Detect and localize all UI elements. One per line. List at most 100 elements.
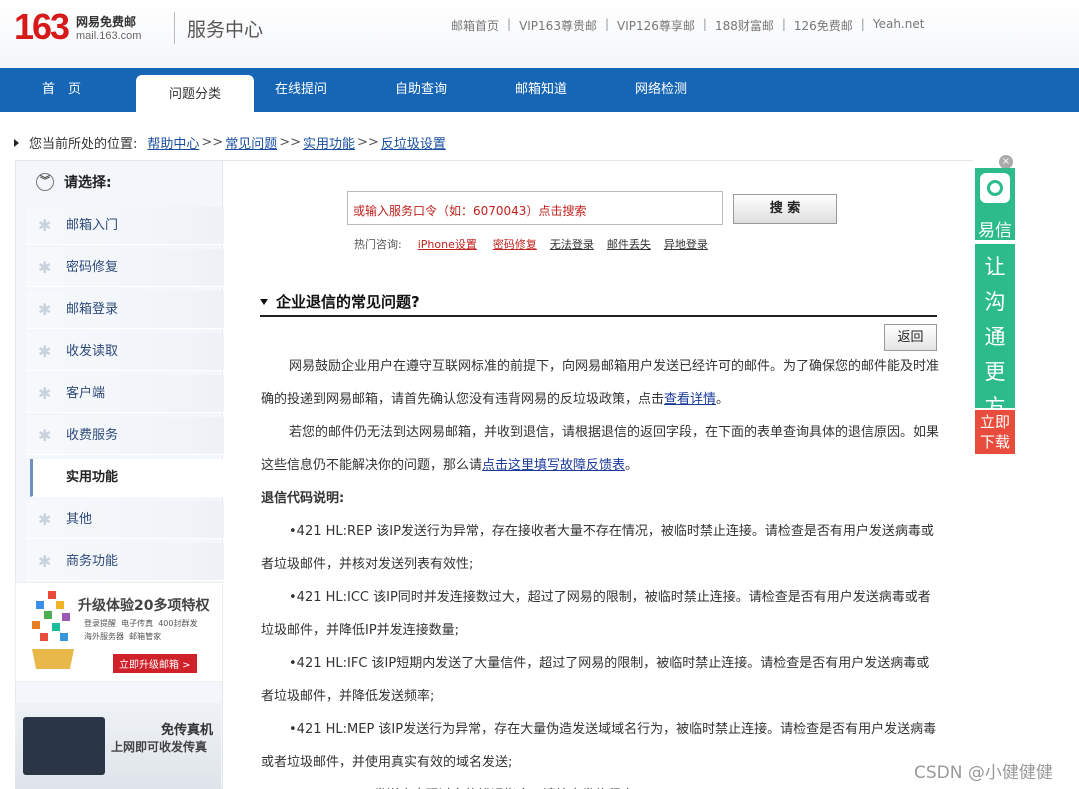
sidebar-item-login[interactable]: ✱ 邮箱登录 xyxy=(26,291,224,329)
breadcrumb-prefix: 您当前所处的位置: xyxy=(29,137,138,152)
sidebar-item-client[interactable]: ✱ 客户端 xyxy=(26,375,224,413)
nav-mail-knows[interactable]: 邮箱知道 xyxy=(515,68,567,112)
back-button[interactable]: 返回 xyxy=(884,324,937,351)
close-icon[interactable]: × xyxy=(999,155,1013,169)
yixin-brand: 易信 xyxy=(975,168,1015,241)
paragraph-intro: 网易鼓励企业用户在遵守互联网标准的前提下，向网易邮箱用户发送已经许可的邮件。为了… xyxy=(261,350,941,416)
nav-home[interactable]: 首 页 xyxy=(42,68,81,112)
efax-banner[interactable]: 免传真机 上网即可收发传真 xyxy=(15,703,221,789)
logo-en-text: mail.163.com xyxy=(76,30,142,42)
top-link-188[interactable]: 188财富邮 xyxy=(715,17,774,34)
breadcrumb-useful-features[interactable]: 实用功能 xyxy=(303,133,355,152)
sidebar-item-label: 实用功能 xyxy=(66,470,119,485)
chevron-down-icon[interactable]: ︾ xyxy=(36,173,54,191)
monitor-icon xyxy=(23,717,105,775)
p1-end: 。 xyxy=(716,392,730,407)
feedback-form-link[interactable]: 点击这里填写故障反馈表 xyxy=(482,458,625,473)
code-item: •421 HL:ICC 该IP同时并发连接数过大，超过了网易的限制，被临时禁止连… xyxy=(261,590,931,638)
efax-subtitle: 上网即可收发传真 xyxy=(111,740,208,754)
code-item: •450 MI:CEL 发送方出现过多的错误指令。请检查发信程序; xyxy=(261,779,941,789)
search-input[interactable]: 或输入服务口令（如：6070043）点击搜索 xyxy=(347,191,723,225)
p1-text: 网易鼓励企业用户在遵守互联网标准的前提下，向网易邮箱用户发送已经许可的邮件。为了… xyxy=(261,359,940,407)
paragraph-bounce: 若您的邮件仍无法到达网易邮箱，并收到退信，请根据退信的返回字段，在下面的表单查询… xyxy=(261,416,941,482)
promo-features: 登录提醒 电子传真 400封群发 海外服务器 邮箱管家 xyxy=(84,617,214,643)
sidebar-item-useful-features[interactable]: 实用功能 xyxy=(30,459,224,497)
sidebar-item-label: 收费服务 xyxy=(66,428,119,443)
hot-link-password[interactable]: 密码修复 xyxy=(493,236,537,252)
sidebar-item-label: 邮箱入门 xyxy=(66,218,119,233)
hot-topics: 热门咨询: iPhone设置 密码修复 无法登录 邮件丢失 异地登录 xyxy=(354,236,708,252)
app-icons-cluster-icon xyxy=(32,591,74,669)
nav-self-query[interactable]: 自助查询 xyxy=(395,68,447,112)
article-body: 网易鼓励企业用户在遵守互联网标准的前提下，向网易邮箱用户发送已经许可的邮件。为了… xyxy=(261,350,941,789)
site-header: 163 网易免费邮 mail.163.com 服务中心 邮箱首页 | VIP16… xyxy=(0,0,1079,68)
sidebar-item-label: 其他 xyxy=(66,512,93,527)
logo-163[interactable]: 163 xyxy=(14,6,70,48)
sidebar-item-label: 密码修复 xyxy=(66,260,119,275)
nav-categories[interactable]: 问题分类 xyxy=(136,75,254,112)
sidebar-item-password[interactable]: ✱ 密码修复 xyxy=(26,249,224,287)
top-link-sep: | xyxy=(702,17,707,31)
breadcrumb-anti-spam[interactable]: 反垃圾设置 xyxy=(381,133,446,152)
yixin-float-ad[interactable]: × 易信 让沟通更方便 立即下载 xyxy=(975,155,1015,454)
p2-end: 。 xyxy=(625,458,639,473)
top-link-sep: | xyxy=(507,17,512,31)
star-icon: ✱ xyxy=(38,426,52,445)
hot-label: 热门咨询: xyxy=(354,238,402,251)
article-title-text: 企业退信的常见问题? xyxy=(276,293,420,311)
main-content: 或输入服务口令（如：6070043）点击搜索 搜 索 热门咨询: iPhone设… xyxy=(223,160,973,789)
service-center-title: 服务中心 xyxy=(187,19,264,41)
hot-link-remote-login[interactable]: 异地登录 xyxy=(664,236,708,252)
hot-link-cannot-login[interactable]: 无法登录 xyxy=(550,236,594,252)
top-links: 邮箱首页 | VIP163尊贵邮 | VIP126尊享邮 | 188财富邮 | … xyxy=(451,17,924,34)
article-title: 企业退信的常见问题? xyxy=(260,291,420,312)
triangle-down-icon xyxy=(260,298,268,305)
logo-cn-text: 网易免费邮 xyxy=(76,15,137,29)
feature-housekeeper: 邮箱管家 xyxy=(129,632,162,641)
sidebar-item-business[interactable]: ✱ 商务功能 xyxy=(26,543,224,581)
yixin-slogan: 让沟通更方便 xyxy=(975,244,1015,454)
top-link-yeah[interactable]: Yeah.net xyxy=(873,17,925,34)
top-link-vip126[interactable]: VIP126尊享邮 xyxy=(617,17,695,34)
search-button[interactable]: 搜 索 xyxy=(733,194,837,224)
sidebar-item-other[interactable]: ✱ 其他 xyxy=(26,501,224,539)
breadcrumb-sep: >> xyxy=(357,135,379,150)
code-item: •421 HL:IFC 该IP短期内发送了大量信件，超过了网易的限制，被临时禁止… xyxy=(261,656,930,704)
sidebar-item-label: 客户端 xyxy=(66,386,106,401)
download-now-button[interactable]: 立即下载 xyxy=(975,410,1015,454)
sidebar-item-paid-services[interactable]: ✱ 收费服务 xyxy=(26,417,224,455)
sidebar-item-label: 邮箱登录 xyxy=(66,302,119,317)
sidebar-item-send-receive[interactable]: ✱ 收发读取 xyxy=(26,333,224,371)
header-divider xyxy=(174,12,175,44)
sidebar-header-label: 请选择: xyxy=(64,175,112,191)
breadcrumb-sep: >> xyxy=(279,135,302,150)
sidebar-item-mail-intro[interactable]: ✱ 邮箱入门 xyxy=(26,207,224,245)
star-icon: ✱ xyxy=(38,510,52,529)
breadcrumb-sep: >> xyxy=(201,135,224,150)
upgrade-now-button[interactable]: 立即升级邮箱 > xyxy=(113,654,197,673)
efax-title: 免传真机 xyxy=(161,723,214,738)
star-icon: ✱ xyxy=(38,216,52,235)
codes-heading: 退信代码说明: xyxy=(261,491,345,506)
star-icon: ✱ xyxy=(38,552,52,571)
promo-title: 升级体验20多项特权 xyxy=(78,598,210,614)
top-link-sep: | xyxy=(860,17,865,31)
breadcrumb-help-center[interactable]: 帮助中心 xyxy=(147,133,199,152)
star-icon: ✱ xyxy=(38,258,52,277)
sidebar-header: ︾ 请选择: xyxy=(16,161,224,203)
top-link-vip163[interactable]: VIP163尊贵邮 xyxy=(519,17,597,34)
top-link-sep: | xyxy=(781,17,786,31)
hot-link-iphone[interactable]: iPhone设置 xyxy=(418,236,477,252)
breadcrumb-faq[interactable]: 常见问题 xyxy=(225,133,277,152)
watermark: CSDN @小健健健 xyxy=(914,763,1053,783)
view-details-link[interactable]: 查看详情 xyxy=(664,392,716,407)
hot-link-lost-mail[interactable]: 邮件丢失 xyxy=(607,236,651,252)
star-icon: ✱ xyxy=(38,300,52,319)
feature-login-alert: 登录提醒 xyxy=(84,619,116,628)
nav-network-check[interactable]: 网络检测 xyxy=(635,68,687,112)
vip-upgrade-banner[interactable]: 升级体验20多项特权 登录提醒 电子传真 400封群发 海外服务器 邮箱管家 立… xyxy=(15,582,223,682)
top-link-126[interactable]: 126免费邮 xyxy=(794,17,853,34)
nav-ask-online[interactable]: 在线提问 xyxy=(275,68,327,112)
top-link-mail-home[interactable]: 邮箱首页 xyxy=(451,17,499,34)
main-nav: 首 页 问题分类 在线提问 自助查询 邮箱知道 网络检测 xyxy=(0,68,1079,112)
